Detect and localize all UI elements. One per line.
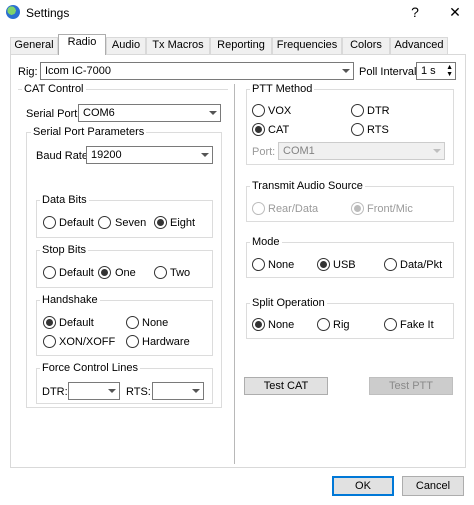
serial-port-label: Serial Port:: [26, 108, 81, 120]
column-divider: [234, 84, 235, 464]
tx-audio-front-radio[interactable]: [351, 202, 364, 215]
tx-audio-rear-label: Rear/Data: [268, 203, 319, 215]
force-control-title: Force Control Lines: [40, 362, 140, 374]
stop-bits-two-label: Two: [170, 267, 191, 279]
baud-rate-label: Baud Rate:: [36, 150, 92, 162]
poll-interval-spinner[interactable]: 1 s ▲ ▼: [416, 62, 456, 80]
chevron-down-icon: [108, 389, 116, 393]
tab-tx-macros[interactable]: Tx Macros: [146, 37, 210, 54]
ptt-port-select[interactable]: COM1: [278, 142, 445, 160]
mode-datapkt-label: Data/Pkt: [400, 259, 443, 271]
chevron-down-icon: [201, 153, 209, 157]
tab-colors[interactable]: Colors: [342, 37, 390, 54]
ptt-port-value: COM1: [283, 145, 315, 157]
split-fakeit-label: Fake It: [400, 319, 434, 331]
chevron-down-icon: [192, 389, 200, 393]
tx-audio-rear-radio[interactable]: [252, 202, 265, 215]
mode-usb-radio[interactable]: [317, 258, 330, 271]
ok-button[interactable]: OK: [332, 476, 394, 496]
mode-usb-label: USB: [333, 259, 356, 271]
rts-select[interactable]: [152, 382, 204, 400]
stop-bits-title: Stop Bits: [40, 244, 89, 256]
data-bits-seven-radio[interactable]: [98, 216, 111, 229]
handshake-default-radio[interactable]: [43, 316, 56, 329]
data-bits-eight-radio[interactable]: [154, 216, 167, 229]
tab-audio[interactable]: Audio: [106, 37, 146, 54]
ptt-vox-radio[interactable]: [252, 104, 265, 117]
data-bits-seven-label: Seven: [115, 217, 147, 229]
serial-params-title: Serial Port Parameters: [31, 126, 147, 138]
serial-port-value: COM6: [83, 107, 115, 119]
window-title: Settings: [26, 6, 70, 20]
baud-rate-value: 19200: [91, 149, 122, 161]
poll-interval-value: 1 s: [421, 65, 436, 77]
mode-none-radio[interactable]: [252, 258, 265, 271]
handshake-none-label: None: [142, 317, 169, 329]
split-none-label: None: [268, 319, 295, 331]
data-bits-eight-label: Eight: [170, 217, 196, 229]
tab-reporting[interactable]: Reporting: [210, 37, 272, 54]
ptt-method-title: PTT Method: [250, 83, 315, 95]
stop-bits-one-label: One: [115, 267, 136, 279]
data-bits-default-label: Default: [59, 217, 94, 229]
tab-general[interactable]: General: [10, 37, 58, 54]
handshake-title: Handshake: [40, 294, 100, 306]
split-fakeit-radio[interactable]: [384, 318, 397, 331]
ptt-vox-label: VOX: [268, 105, 292, 117]
mode-datapkt-radio[interactable]: [384, 258, 397, 271]
rig-label: Rig:: [18, 66, 38, 78]
handshake-hardware-label: Hardware: [142, 336, 190, 348]
split-operation-title: Split Operation: [250, 297, 327, 309]
ptt-rts-radio[interactable]: [351, 123, 364, 136]
tab-frequencies[interactable]: Frequencies: [272, 37, 342, 54]
split-none-radio[interactable]: [252, 318, 265, 331]
ptt-cat-radio[interactable]: [252, 123, 265, 136]
dtr-label: DTR:: [42, 386, 68, 398]
handshake-xonxoff-radio[interactable]: [43, 335, 56, 348]
poll-interval-label: Poll Interval:: [359, 66, 420, 78]
split-rig-radio[interactable]: [317, 318, 330, 331]
test-cat-button[interactable]: Test CAT: [244, 377, 328, 395]
stop-bits-default-radio[interactable]: [43, 266, 56, 279]
handshake-default-label: Default: [59, 317, 94, 329]
data-bits-title: Data Bits: [40, 194, 89, 206]
stop-bits-one-radio[interactable]: [98, 266, 111, 279]
tx-audio-front-label: Front/Mic: [367, 203, 413, 215]
mode-title: Mode: [250, 236, 282, 248]
stop-bits-two-radio[interactable]: [154, 266, 167, 279]
serial-port-select[interactable]: COM6: [78, 104, 221, 122]
handshake-hardware-radio[interactable]: [126, 335, 139, 348]
ptt-dtr-radio[interactable]: [351, 104, 364, 117]
rts-label: RTS:: [126, 386, 151, 398]
tab-radio[interactable]: Radio: [58, 34, 106, 55]
stop-bits-default-label: Default: [59, 267, 94, 279]
chevron-down-icon: [433, 149, 441, 153]
chevron-down-icon: [209, 111, 217, 115]
ptt-port-label: Port:: [252, 146, 276, 158]
close-button[interactable]: ✕: [440, 2, 470, 22]
split-rig-label: Rig: [333, 319, 350, 331]
rig-value: Icom IC-7000: [45, 65, 112, 77]
ptt-cat-label: CAT: [268, 124, 290, 136]
chevron-down-icon: [342, 69, 350, 73]
cat-control-title: CAT Control: [22, 83, 86, 95]
app-logo-icon: [6, 5, 20, 19]
baud-rate-select[interactable]: 19200: [86, 146, 213, 164]
ptt-dtr-label: DTR: [367, 105, 390, 117]
tab-advanced[interactable]: Advanced: [390, 37, 448, 54]
handshake-none-radio[interactable]: [126, 316, 139, 329]
tx-audio-title: Transmit Audio Source: [250, 180, 365, 192]
dtr-select[interactable]: [68, 382, 120, 400]
cancel-button[interactable]: Cancel: [402, 476, 464, 496]
spin-arrows-icon: ▲ ▼: [446, 64, 453, 78]
mode-none-label: None: [268, 259, 295, 271]
help-button[interactable]: ?: [400, 2, 430, 22]
ptt-rts-label: RTS: [367, 124, 389, 136]
rig-select[interactable]: Icom IC-7000: [40, 62, 354, 80]
data-bits-default-radio[interactable]: [43, 216, 56, 229]
handshake-xonxoff-label: XON/XOFF: [59, 336, 116, 348]
test-ptt-button[interactable]: Test PTT: [369, 377, 453, 395]
